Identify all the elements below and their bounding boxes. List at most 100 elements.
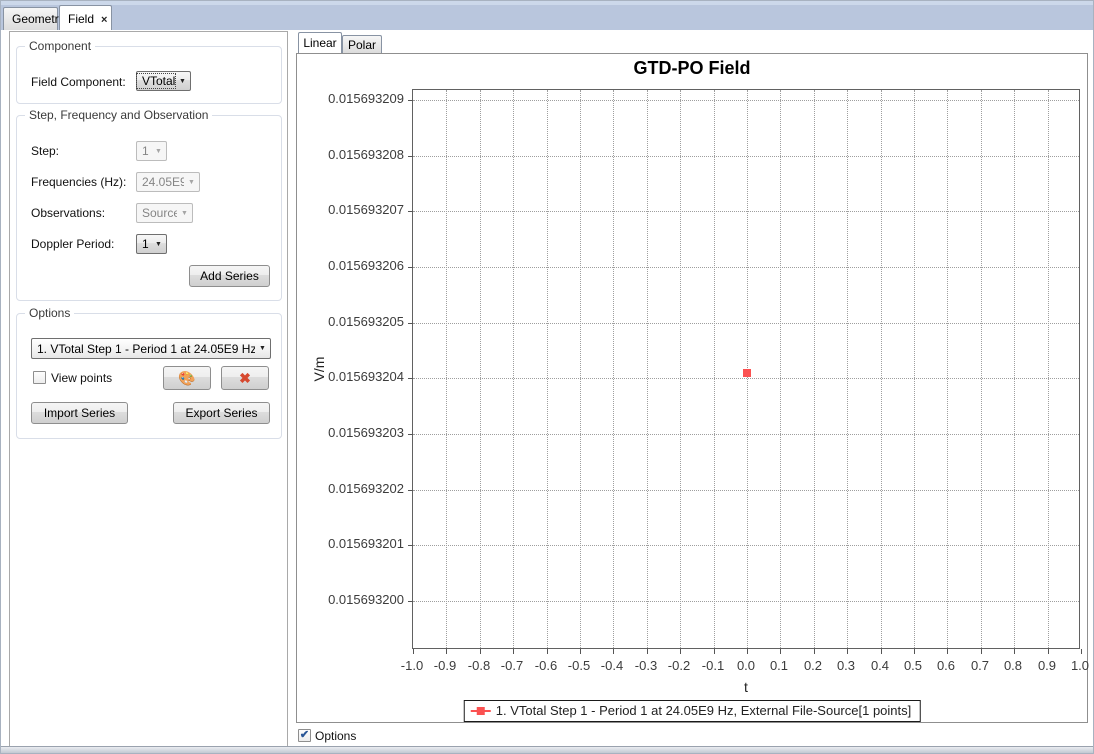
y-tick-label: 0.015693205 bbox=[309, 314, 404, 329]
x-gridline bbox=[513, 90, 514, 648]
step-label: Step: bbox=[31, 144, 59, 158]
plot-region: Linear Polar GTD-PO Field 0.015693209 0.0… bbox=[294, 31, 1092, 748]
x-tick-mark bbox=[714, 649, 715, 654]
frequencies-select[interactable]: 24.05E9 ▼ bbox=[136, 172, 200, 192]
x-tick-mark bbox=[780, 649, 781, 654]
options-checkbox-label: Options bbox=[315, 729, 356, 743]
step-frequency-group: Step, Frequency and Observation Step: 1 … bbox=[16, 115, 282, 301]
legend-series-marker bbox=[471, 706, 491, 716]
x-gridline bbox=[714, 90, 715, 648]
export-series-button[interactable]: Export Series bbox=[173, 402, 270, 424]
options-group: Options 1. VTotal Step 1 - Period 1 at 2… bbox=[16, 313, 282, 439]
y-tick-mark bbox=[408, 100, 413, 101]
field-component-value: VTotal bbox=[137, 74, 175, 88]
x-tick-mark bbox=[814, 649, 815, 654]
add-series-button[interactable]: Add Series bbox=[189, 265, 270, 287]
x-gridline bbox=[814, 90, 815, 648]
x-gridline bbox=[647, 90, 648, 648]
tab-field-label: Field bbox=[68, 12, 94, 26]
x-gridline bbox=[1048, 90, 1049, 648]
x-tick-mark bbox=[547, 649, 548, 654]
chevron-down-icon: ▼ bbox=[151, 148, 166, 155]
x-tick-mark bbox=[914, 649, 915, 654]
x-tick-mark bbox=[747, 649, 748, 654]
doppler-period-value: 1 bbox=[137, 237, 151, 251]
field-component-select[interactable]: VTotal ▼ bbox=[136, 71, 191, 91]
x-tick-label: 1.0 bbox=[1060, 658, 1094, 673]
observations-value: Source bbox=[137, 206, 177, 220]
x-tick-mark bbox=[513, 649, 514, 654]
y-tick-label: 0.015693200 bbox=[309, 592, 404, 607]
x-tick-mark bbox=[647, 649, 648, 654]
frequencies-value: 24.05E9 bbox=[137, 175, 184, 189]
chevron-down-icon: ▼ bbox=[255, 345, 270, 352]
x-tick-mark bbox=[580, 649, 581, 654]
x-tick-mark bbox=[981, 649, 982, 654]
palette-icon: 🎨 bbox=[178, 371, 195, 385]
field-control-panel: Component Field Component: VTotal ▼ Step… bbox=[9, 31, 288, 748]
series-color-button[interactable]: 🎨 bbox=[163, 366, 211, 390]
data-point[interactable] bbox=[743, 369, 751, 377]
step-frequency-group-title: Step, Frequency and Observation bbox=[25, 108, 212, 122]
y-tick-label: 0.015693208 bbox=[309, 147, 404, 162]
observations-label: Observations: bbox=[31, 206, 105, 220]
x-tick-mark bbox=[947, 649, 948, 654]
plot-area[interactable] bbox=[412, 89, 1080, 649]
field-component-label: Field Component: bbox=[31, 75, 126, 89]
import-series-button[interactable]: Import Series bbox=[31, 402, 128, 424]
y-tick-mark bbox=[408, 545, 413, 546]
y-tick-mark bbox=[408, 601, 413, 602]
tab-field[interactable]: Field × bbox=[59, 5, 112, 30]
x-gridline bbox=[914, 90, 915, 648]
x-gridline bbox=[580, 90, 581, 648]
close-tab-icon[interactable]: × bbox=[101, 14, 107, 26]
x-gridline bbox=[446, 90, 447, 648]
options-checkbox[interactable]: ✔ bbox=[298, 729, 311, 742]
step-select[interactable]: 1 ▼ bbox=[136, 141, 167, 161]
x-tick-mark bbox=[680, 649, 681, 654]
series-selector[interactable]: 1. VTotal Step 1 - Period 1 at 24.05E9 H… bbox=[31, 338, 271, 359]
tab-linear[interactable]: Linear bbox=[298, 32, 342, 53]
x-tick-mark bbox=[613, 649, 614, 654]
x-tick-mark bbox=[480, 649, 481, 654]
observations-select[interactable]: Source ▼ bbox=[136, 203, 193, 223]
x-gridline bbox=[981, 90, 982, 648]
chevron-down-icon: ▼ bbox=[184, 179, 199, 186]
y-axis-label: V/m bbox=[311, 349, 327, 389]
component-group: Component Field Component: VTotal ▼ bbox=[16, 46, 282, 104]
x-gridline bbox=[480, 90, 481, 648]
chart-options-row: ✔ Options bbox=[294, 728, 1092, 748]
legend-series-label: 1. VTotal Step 1 - Period 1 at 24.05E9 H… bbox=[496, 703, 912, 718]
view-points-checkbox[interactable] bbox=[33, 371, 46, 384]
y-tick-mark bbox=[408, 378, 413, 379]
component-group-title: Component bbox=[25, 39, 95, 53]
y-tick-label: 0.015693209 bbox=[309, 91, 404, 106]
x-gridline bbox=[613, 90, 614, 648]
delete-series-button[interactable]: ✖ bbox=[221, 366, 269, 390]
document-tabbar: Geometry Field × bbox=[1, 5, 1094, 30]
y-tick-mark bbox=[408, 156, 413, 157]
doppler-period-label: Doppler Period: bbox=[31, 237, 114, 251]
tab-polar[interactable]: Polar bbox=[342, 35, 382, 53]
doppler-period-select[interactable]: 1 ▼ bbox=[136, 234, 167, 254]
x-tick-mark bbox=[1081, 649, 1082, 654]
x-tick-mark bbox=[847, 649, 848, 654]
x-gridline bbox=[1014, 90, 1015, 648]
x-tick-mark bbox=[1014, 649, 1015, 654]
x-gridline bbox=[881, 90, 882, 648]
y-tick-mark bbox=[408, 211, 413, 212]
y-tick-label: 0.015693207 bbox=[309, 202, 404, 217]
y-tick-mark bbox=[408, 490, 413, 491]
view-points-label: View points bbox=[51, 371, 112, 385]
x-gridline bbox=[947, 90, 948, 648]
y-tick-mark bbox=[408, 323, 413, 324]
tab-geometry[interactable]: Geometry bbox=[3, 7, 58, 30]
step-value: 1 bbox=[137, 144, 151, 158]
chart-panel: GTD-PO Field 0.015693209 0.015693208 0.015… bbox=[296, 53, 1088, 723]
x-gridline bbox=[547, 90, 548, 648]
chevron-down-icon: ▼ bbox=[175, 78, 190, 85]
x-gridline bbox=[847, 90, 848, 648]
options-group-title: Options bbox=[25, 306, 74, 320]
y-tick-label: 0.015693202 bbox=[309, 481, 404, 496]
chart-title: GTD-PO Field bbox=[297, 58, 1087, 79]
